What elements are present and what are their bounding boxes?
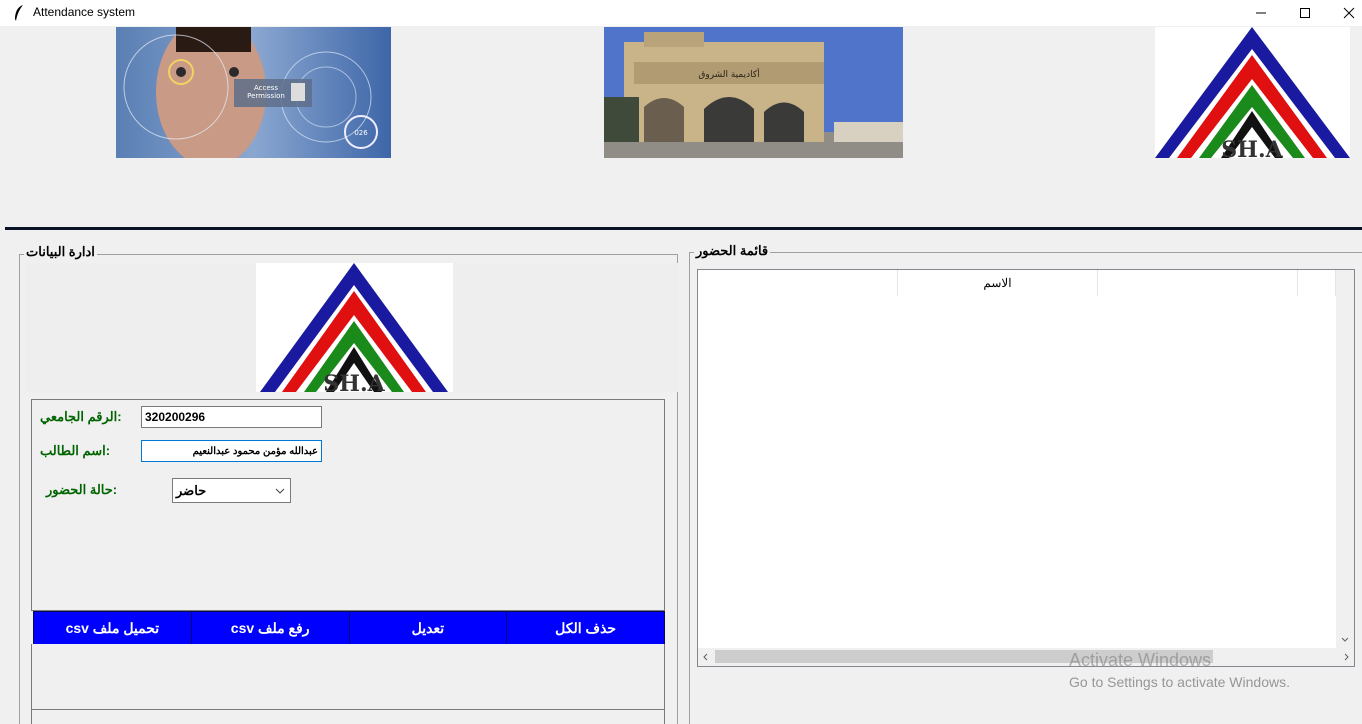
building-sign: أكاديمية الشروق — [698, 68, 759, 80]
student-form — [31, 399, 665, 611]
attendance-status-label: :حالة الحضور — [46, 482, 118, 497]
university-id-input[interactable] — [141, 406, 322, 428]
chevron-down-icon — [275, 488, 285, 494]
action-button-bar: تحميل ملف csv رفع ملف csv تعديل حذف الكل — [33, 611, 665, 645]
student-name-input[interactable] — [141, 440, 322, 462]
attendance-status-value: حاضر — [176, 483, 207, 498]
sha-logo-header: SH.A — [1155, 27, 1350, 158]
attendance-table[interactable]: الاسم — [697, 269, 1355, 667]
scroll-left-icon[interactable] — [701, 652, 711, 662]
activate-windows-subtext: Go to Settings to activate Windows. — [1069, 674, 1290, 690]
download-csv-button[interactable]: تحميل ملف csv — [34, 612, 192, 644]
column-header[interactable] — [698, 270, 898, 296]
face-recognition-image: Access Permission 026 — [116, 27, 391, 158]
university-id-label: :الرقم الجامعي — [40, 409, 122, 424]
panel-logo-text: SH.A — [323, 371, 385, 392]
data-management-title: ادارة البيانات — [24, 244, 97, 260]
vertical-scrollbar[interactable] — [1336, 270, 1354, 649]
scroll-right-icon[interactable] — [1341, 652, 1351, 662]
feather-icon — [15, 5, 23, 21]
close-icon — [1343, 7, 1355, 19]
student-name-label: :اسم الطالب — [40, 443, 111, 458]
maximize-button[interactable] — [1282, 0, 1328, 26]
edit-button[interactable]: تعديل — [350, 612, 508, 644]
bottom-form-area — [31, 709, 665, 724]
close-button[interactable] — [1326, 0, 1362, 26]
column-header[interactable] — [1298, 270, 1336, 296]
header-divider — [5, 227, 1362, 230]
logo-text: SH.A — [1221, 137, 1283, 158]
delete-all-button[interactable]: حذف الكل — [507, 612, 664, 644]
table-header: الاسم — [698, 270, 1336, 296]
scroll-down-icon[interactable] — [1340, 635, 1350, 645]
horizontal-scrollbar[interactable] — [698, 648, 1354, 666]
window-title: Attendance system — [33, 5, 136, 19]
badge-number: 026 — [354, 129, 368, 137]
column-header-name[interactable]: الاسم — [898, 270, 1098, 296]
minimize-icon — [1256, 12, 1266, 14]
column-header[interactable] — [1098, 270, 1298, 296]
maximize-icon — [1300, 8, 1310, 18]
minimize-button[interactable] — [1238, 0, 1284, 26]
badge-line-1: Access — [254, 84, 278, 92]
attendance-list-title: قائمة الحضور — [694, 243, 771, 259]
upload-csv-button[interactable]: رفع ملف csv — [192, 612, 350, 644]
lower-form-area — [31, 644, 665, 710]
academy-gate-image: أكاديمية الشروق — [604, 27, 903, 158]
sha-logo-panel: SH.A — [256, 263, 453, 392]
title-bar: Attendance system — [0, 0, 1362, 26]
badge-line-2: Permission — [247, 92, 285, 100]
activate-windows-heading: Activate Windows — [1069, 650, 1212, 670]
attendance-status-select[interactable]: حاضر — [172, 478, 291, 503]
